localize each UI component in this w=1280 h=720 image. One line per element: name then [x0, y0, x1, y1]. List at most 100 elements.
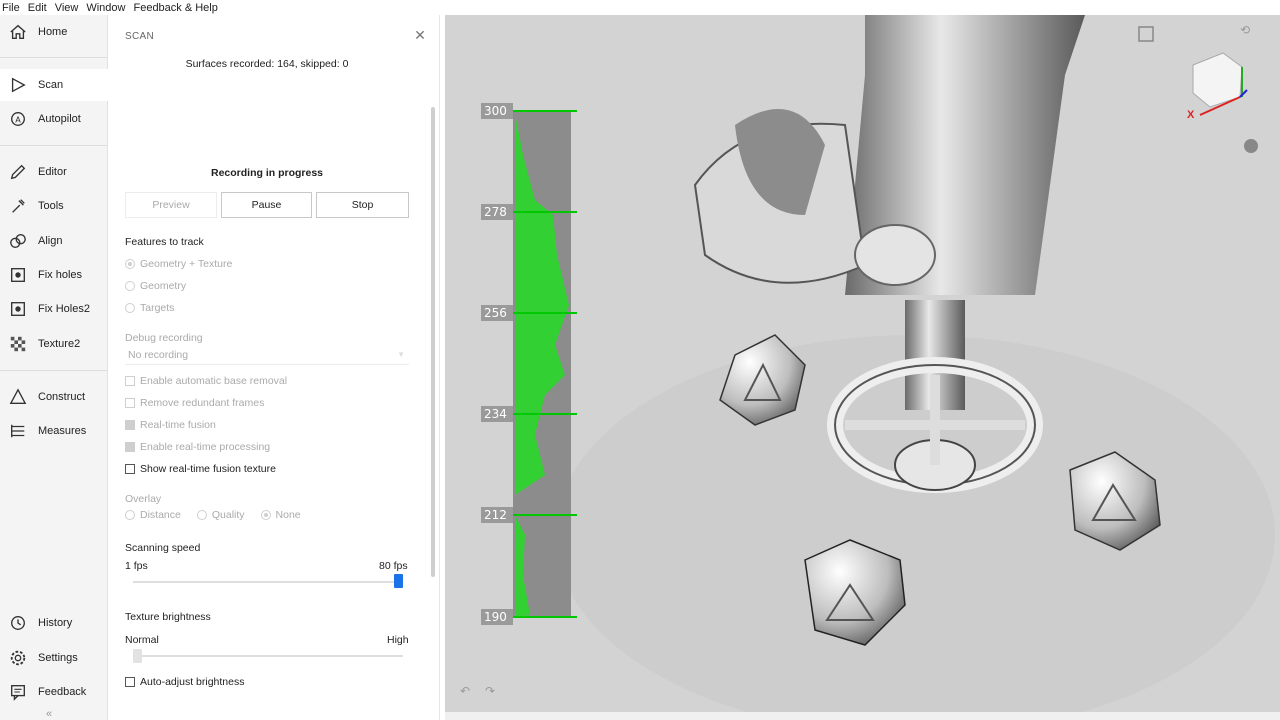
preview-button[interactable]: Preview: [125, 192, 217, 218]
sidebar-item-fix-holes2[interactable]: Fix Holes2: [0, 293, 108, 325]
autopilot-icon: A: [8, 109, 28, 129]
menu-edit[interactable]: Edit: [28, 2, 55, 14]
overlay-option-quality[interactable]: Quality: [196, 509, 245, 521]
pause-button[interactable]: Pause: [221, 192, 312, 218]
menu-file[interactable]: File: [2, 2, 28, 14]
option-label: Geometry + Texture: [140, 258, 233, 270]
debug-recording-select[interactable]: No recording ▼: [125, 347, 409, 365]
sidebar-item-feedback[interactable]: Feedback: [0, 676, 108, 708]
feedback-icon: [8, 682, 28, 702]
radio-button[interactable]: [260, 510, 271, 520]
option-label: Geometry: [140, 280, 187, 292]
option-label: Auto-adjust brightness: [140, 676, 245, 688]
svg-text:A: A: [15, 115, 21, 125]
menu-help[interactable]: Feedback & Help: [133, 2, 225, 14]
option-show-fusion-texture[interactable]: Show real-time fusion texture: [125, 463, 276, 475]
checkbox[interactable]: [125, 677, 135, 687]
checkbox[interactable]: [125, 464, 135, 474]
speed-slider-thumb[interactable]: [394, 574, 403, 588]
checkbox[interactable]: [125, 442, 135, 452]
feature-option-geometry[interactable]: Geometry: [125, 280, 186, 292]
sidebar-item-label: Fix Holes2: [38, 303, 90, 315]
texture-icon: [8, 334, 28, 354]
brightness-slider-thumb[interactable]: [133, 649, 142, 663]
feature-option-targets[interactable]: Targets: [125, 302, 174, 314]
axis-x-label: X: [1187, 109, 1195, 121]
sidebar-item-scan[interactable]: Scan: [0, 69, 108, 101]
radio-button[interactable]: [196, 510, 207, 520]
radio-button[interactable]: [125, 303, 135, 313]
panel-scrollbar[interactable]: [431, 107, 435, 577]
gauge-tick-label: 212: [484, 508, 507, 522]
sidebar-item-label: Editor: [38, 166, 67, 178]
radio-button[interactable]: [125, 281, 135, 291]
sidebar-item-label: History: [38, 617, 73, 629]
overlay-option-none[interactable]: None: [260, 509, 301, 521]
close-icon[interactable]: ✕: [413, 28, 427, 42]
option-label: Targets: [140, 302, 175, 314]
scan-scene: [445, 15, 1280, 712]
sidebar-item-tools[interactable]: Tools: [0, 190, 108, 222]
speed-min-label: 1 fps: [125, 560, 148, 572]
debug-recording-label: Debug recording: [125, 332, 203, 344]
sidebar-item-label: Tools: [38, 200, 64, 212]
speed-max-label: 80 fps: [379, 560, 408, 572]
option-label: Real-time fusion: [140, 419, 216, 431]
sidebar-item-editor[interactable]: Editor: [0, 156, 108, 188]
sidebar-item-history[interactable]: History: [0, 607, 108, 639]
radio-button[interactable]: [125, 259, 135, 269]
overlay-option-distance[interactable]: Distance: [125, 509, 181, 521]
option-real-time-fusion[interactable]: Real-time fusion: [125, 419, 216, 431]
redo-icon[interactable]: ↷: [485, 684, 495, 698]
features-label: Features to track: [125, 236, 204, 248]
sidebar-item-label: Measures: [38, 425, 87, 437]
sidebar-item-label: Home: [38, 26, 68, 38]
sidebar-item-fix-holes[interactable]: Fix holes: [0, 259, 108, 291]
option-real-time-processing[interactable]: Enable real-time processing: [125, 441, 270, 453]
align-icon: [8, 231, 28, 251]
checkbox[interactable]: [125, 420, 135, 430]
option-label: Show real-time fusion texture: [140, 463, 276, 475]
recording-status: Recording in progress: [210, 167, 324, 179]
option-label: None: [275, 509, 301, 521]
bottom-bar: [445, 712, 1280, 720]
undo-icon[interactable]: ↶: [460, 684, 470, 698]
speed-slider-track[interactable]: [133, 581, 403, 583]
sidebar-item-measures[interactable]: Measures: [0, 415, 108, 447]
checkbox[interactable]: [125, 376, 135, 386]
rotate-view-icon[interactable]: ⟲: [1240, 23, 1250, 37]
nav-divider: [0, 145, 108, 146]
view-cube-icon[interactable]: [1244, 139, 1258, 153]
fix-holes-icon: [8, 265, 28, 285]
feature-option-geometry-texture[interactable]: Geometry + Texture: [125, 258, 232, 270]
gauge-tick-label: 278: [484, 205, 507, 219]
option-label: Distance: [140, 509, 181, 521]
menu-window[interactable]: Window: [86, 2, 133, 14]
sidebar-item-construct[interactable]: Construct: [0, 381, 108, 413]
menu-view[interactable]: View: [55, 2, 87, 14]
sidebar-item-home[interactable]: Home: [0, 16, 108, 48]
checkbox[interactable]: [125, 398, 135, 408]
history-icon: [8, 613, 28, 633]
3d-viewport[interactable]: 300 278 256 234 212 190 X ↶ ↷ ⟲: [445, 15, 1280, 712]
stop-button[interactable]: Stop: [316, 192, 409, 218]
sidebar-item-settings[interactable]: Settings: [0, 642, 108, 674]
overlay-options: Distance Quality None: [125, 509, 317, 521]
sidebar-item-texture2[interactable]: Texture2: [0, 328, 108, 360]
sidebar-item-align[interactable]: Align: [0, 225, 108, 257]
sidebar-item-label: Feedback: [38, 686, 87, 698]
brightness-slider-track[interactable]: [133, 655, 403, 657]
brightness-max-label: High: [387, 634, 409, 646]
option-label: Enable automatic base removal: [140, 375, 288, 387]
radio-button[interactable]: [125, 510, 135, 520]
sidebar-item-label: Scan: [38, 79, 64, 91]
sidebar-item-label: Settings: [38, 652, 78, 664]
nav-divider: [0, 57, 108, 58]
option-auto-adjust-brightness[interactable]: Auto-adjust brightness: [125, 676, 244, 688]
option-remove-redundant-frames[interactable]: Remove redundant frames: [125, 397, 264, 409]
sidebar: Home Scan A Autopilot Editor Tools Align…: [0, 15, 108, 720]
sidebar-item-autopilot[interactable]: A Autopilot: [0, 103, 108, 135]
option-auto-base-removal[interactable]: Enable automatic base removal: [125, 375, 287, 387]
overlay-label: Overlay: [125, 493, 162, 505]
collapse-sidebar-button[interactable]: «: [46, 708, 52, 720]
